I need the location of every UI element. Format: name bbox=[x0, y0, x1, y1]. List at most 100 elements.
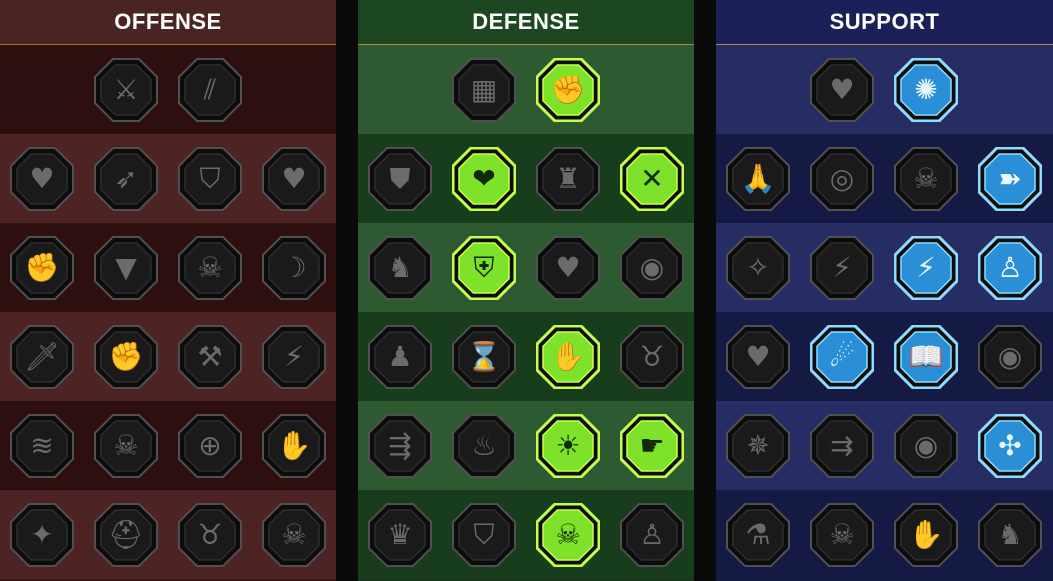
axe-icon: ⚒ bbox=[197, 339, 223, 373]
support-skill-node[interactable]: ⇉ bbox=[810, 413, 874, 478]
glaring-eyes-icon: ◉ bbox=[997, 339, 1023, 373]
defense-skill-node[interactable]: ☀ bbox=[536, 413, 600, 478]
support-tree: SUPPORT ♥ ✺ 🙏 ◎ ☠ ➽ ✧ ⚡ ⚡ ♙ ♥ ☄ 📖 ◉ ✵ ⇉ ◉ ✣ ⚗ ☠ ✋ ♞ bbox=[716, 0, 1053, 581]
support-skill-node[interactable]: ➽ bbox=[978, 146, 1042, 211]
defense-skill-node[interactable]: ♉ bbox=[620, 324, 684, 389]
bleeding-heart-icon: ♥ bbox=[281, 161, 307, 195]
defense-skill-node[interactable]: ♨ bbox=[452, 413, 516, 478]
defense-skill-node[interactable]: ♞ bbox=[368, 235, 432, 300]
defense-skill-node[interactable]: ⇶ bbox=[368, 413, 432, 478]
support-skill-node[interactable]: ♥ bbox=[726, 324, 790, 389]
offense-skill-node[interactable]: ⛉ bbox=[178, 146, 242, 211]
defense-skill-node[interactable]: ⛉ bbox=[452, 502, 516, 567]
support-tier-3: ✧ ⚡ ⚡ ♙ bbox=[716, 223, 1053, 312]
offense-skill-node[interactable]: ♉ bbox=[178, 502, 242, 567]
hooded-figure-icon: ◉ bbox=[639, 250, 665, 284]
defense-skill-node[interactable]: ✊ bbox=[536, 57, 600, 122]
defense-skill-node[interactable]: ♛ bbox=[368, 502, 432, 567]
shield-knight-icon: ⛨ bbox=[473, 250, 495, 284]
support-skill-node[interactable]: ✵ bbox=[726, 413, 790, 478]
support-skill-node[interactable]: ☄ bbox=[810, 324, 874, 389]
heart-organ-icon: ❤ bbox=[472, 161, 496, 195]
support-skill-node[interactable]: ◉ bbox=[894, 413, 958, 478]
defense-skill-node[interactable]: ⛊ bbox=[368, 146, 432, 211]
support-skill-node[interactable]: ✧ bbox=[726, 235, 790, 300]
offense-skill-node[interactable]: ☽ bbox=[262, 235, 326, 300]
support-skill-node[interactable]: ♙ bbox=[978, 235, 1042, 300]
support-tier-4: ♥ ☄ 📖 ◉ bbox=[716, 312, 1053, 401]
stone-golem-icon: ♜ bbox=[555, 161, 581, 195]
chevron-shield-icon: ⛊ bbox=[389, 161, 411, 195]
twin-figures-icon: ♙ bbox=[997, 250, 1023, 284]
support-skill-node[interactable]: ◉ bbox=[978, 324, 1042, 389]
brute-icon: ✋ bbox=[276, 428, 312, 462]
support-skill-node[interactable]: ✣ bbox=[978, 413, 1042, 478]
offense-skill-node[interactable]: ⚒ bbox=[178, 324, 242, 389]
ripple-shield-icon: ◎ bbox=[829, 161, 855, 195]
support-skill-node[interactable]: ⚡ bbox=[894, 235, 958, 300]
support-skill-node[interactable]: ☠ bbox=[810, 502, 874, 567]
defense-skill-node[interactable]: ♥ bbox=[536, 235, 600, 300]
knight-helm-icon: ⛑ bbox=[108, 517, 144, 551]
offense-skill-node[interactable]: ✋ bbox=[262, 413, 326, 478]
skull-cloak-icon: ☠ bbox=[197, 250, 223, 284]
claw-flames-icon: ♨ bbox=[471, 428, 497, 462]
strongman-icon: ♙ bbox=[639, 517, 665, 551]
offense-skill-node[interactable]: ☠ bbox=[262, 502, 326, 567]
hourglass-icon: ⌛ bbox=[466, 339, 502, 373]
offense-skill-node[interactable]: ✊ bbox=[10, 235, 74, 300]
defense-skill-node[interactable]: ☛ bbox=[620, 413, 684, 478]
support-skill-node[interactable]: ☠ bbox=[894, 146, 958, 211]
defense-tier-5: ⇶ ♨ ☀ ☛ bbox=[358, 401, 694, 490]
defense-skill-node[interactable]: ⛨ bbox=[452, 235, 516, 300]
chain-lightning-icon: ⚡ bbox=[284, 339, 304, 373]
offense-skill-node[interactable]: ▼ bbox=[94, 235, 158, 300]
offense-skill-node[interactable]: ≋ bbox=[10, 413, 74, 478]
defense-skill-node[interactable]: ♜ bbox=[536, 146, 600, 211]
offense-skill-node[interactable]: ⚡ bbox=[262, 324, 326, 389]
support-skill-node[interactable]: ⚗ bbox=[726, 502, 790, 567]
support-tier-6: ⚗ ☠ ✋ ♞ bbox=[716, 490, 1053, 579]
defense-tree: DEFENSE ▦ ✊ ⛊ ❤ ♜ ✕ ♞ ⛨ ♥ ◉ ♟ ⌛ ✋ ♉ ⇶ ♨ ☀ ☛ ♛ ⛉ ☠ ♙ bbox=[358, 0, 694, 581]
support-skill-node[interactable]: 🙏 bbox=[726, 146, 790, 211]
bull-head-icon: ♉ bbox=[639, 339, 665, 373]
offense-skill-node[interactable]: ✦ bbox=[10, 502, 74, 567]
defense-skill-node[interactable]: ⌛ bbox=[452, 324, 516, 389]
defense-skill-node[interactable]: ♟ bbox=[368, 324, 432, 389]
offense-skill-node[interactable]: ☠ bbox=[94, 413, 158, 478]
armored-beast-icon: ♛ bbox=[387, 517, 413, 551]
defense-skill-node[interactable]: ▦ bbox=[452, 57, 516, 122]
offense-skill-node[interactable]: ♥ bbox=[262, 146, 326, 211]
offense-skill-node[interactable]: ➶ bbox=[94, 146, 158, 211]
offense-skill-node[interactable]: ♥ bbox=[10, 146, 74, 211]
support-skill-node[interactable]: ✋ bbox=[894, 502, 958, 567]
defense-skill-node[interactable]: ✋ bbox=[536, 324, 600, 389]
support-skill-node[interactable]: ♞ bbox=[978, 502, 1042, 567]
skull-icon: ☠ bbox=[113, 428, 139, 462]
defense-skill-node[interactable]: ♙ bbox=[620, 502, 684, 567]
grasping-claws-icon: ✋ bbox=[908, 517, 944, 551]
open-book-icon: 📖 bbox=[908, 339, 944, 373]
blood-hand-icon: ✋ bbox=[550, 339, 586, 373]
sword-circle-icon: ⊕ bbox=[198, 428, 222, 462]
defense-skill-node[interactable]: ◉ bbox=[620, 235, 684, 300]
chained-heart-icon: ♥ bbox=[745, 339, 771, 373]
support-skill-node[interactable]: ⚡ bbox=[810, 235, 874, 300]
offense-skill-node[interactable]: ⚔ bbox=[94, 57, 158, 122]
defense-skill-node[interactable]: ❤ bbox=[452, 146, 516, 211]
support-skill-node[interactable]: ◎ bbox=[810, 146, 874, 211]
support-skill-node[interactable]: ✺ bbox=[894, 57, 958, 122]
offense-skill-node[interactable]: ⊕ bbox=[178, 413, 242, 478]
compass-star-icon: ✵ bbox=[746, 428, 770, 462]
support-skill-node[interactable]: 📖 bbox=[894, 324, 958, 389]
offense-skill-node[interactable]: ☠ bbox=[178, 235, 242, 300]
horned-demon-icon: ♉ bbox=[197, 517, 223, 551]
offense-skill-node[interactable]: 🗡 bbox=[10, 324, 74, 389]
defense-skill-node[interactable]: ✕ bbox=[620, 146, 684, 211]
offense-skill-node[interactable]: ✊ bbox=[94, 324, 158, 389]
support-skill-node[interactable]: ♥ bbox=[810, 57, 874, 122]
flaming-skull-icon: ☠ bbox=[281, 517, 307, 551]
defense-skill-node[interactable]: ☠ bbox=[536, 502, 600, 567]
offense-skill-node[interactable]: ⫽ bbox=[178, 57, 242, 122]
offense-skill-node[interactable]: ⛑ bbox=[94, 502, 158, 567]
